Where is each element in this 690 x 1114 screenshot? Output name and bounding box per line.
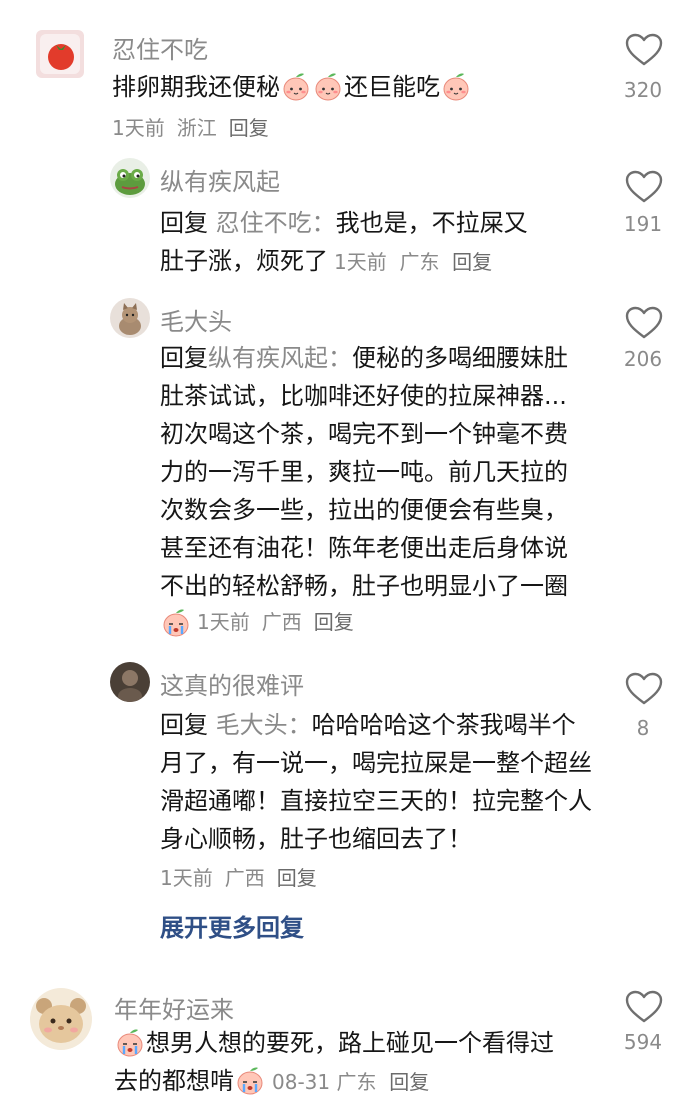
- crying-face-emoji-icon: [161, 607, 191, 637]
- comment-text-part: 我也是，不拉屎又: [335, 209, 528, 237]
- commenter-name[interactable]: 年年好运来: [114, 990, 234, 1025]
- comment-time: 1天前: [160, 866, 213, 890]
- avatar[interactable]: [110, 662, 150, 702]
- like-count: 8: [636, 716, 650, 740]
- comment-location: 广东: [399, 250, 440, 274]
- like-count: 320: [623, 78, 663, 102]
- comment-text-line: 不出的轻松舒畅，肚子也明显小了一圈: [160, 572, 568, 600]
- heart-outline-icon[interactable]: [625, 33, 663, 67]
- heart-outline-icon[interactable]: [625, 306, 663, 340]
- comment-time: 1天前: [112, 116, 165, 140]
- comment-text-part: 想男人想的要死，路上碰见一个看得过: [146, 1029, 554, 1057]
- comment-time: 1天前: [197, 610, 250, 634]
- reply-button[interactable]: 回复: [389, 1070, 429, 1094]
- comment-text-part: 哈哈哈哈这个茶我喝半个: [311, 711, 576, 739]
- comment-location: 广东: [336, 1070, 377, 1094]
- reply-button[interactable]: 回复: [229, 116, 269, 140]
- peach-face-emoji-icon: [313, 71, 343, 101]
- like-count: 191: [623, 212, 663, 236]
- reply-button[interactable]: 回复: [452, 250, 492, 274]
- comment-text-part: 便秘的多喝细腰妹肚: [352, 344, 568, 372]
- reply-prefix: 回复: [160, 209, 208, 237]
- comment-text-line: 甚至还有油花！陈年老便出走后身体说: [160, 534, 568, 562]
- heart-outline-icon[interactable]: [625, 170, 663, 204]
- comment-location: 广西: [224, 866, 265, 890]
- commenter-name[interactable]: 这真的很难评: [160, 666, 304, 701]
- comment-meta: 1天前 浙江 回复: [112, 112, 281, 141]
- commenter-name[interactable]: 纵有疾风起: [160, 162, 280, 197]
- reply-button[interactable]: 回复: [314, 610, 354, 634]
- avatar[interactable]: [36, 30, 84, 78]
- heart-outline-icon[interactable]: [625, 990, 663, 1024]
- comment-text-part: 去的都想啃: [114, 1067, 234, 1095]
- commenter-name[interactable]: 忍住不吃: [112, 30, 208, 65]
- comment-text: 想男人想的要死，路上碰见一个看得过 去的都想啃 08-31 广东 回复: [114, 1024, 554, 1100]
- heart-outline-icon[interactable]: [625, 672, 663, 706]
- comment-text-line: 次数会多一些，拉出的便便会有些臭，: [160, 496, 568, 524]
- comment-text: 回复 忍住不吃：我也是，不拉屎又 肚子涨，烦死了 1天前 广东 回复: [160, 204, 528, 280]
- comment-location: 浙江: [176, 116, 217, 140]
- comment-meta: 1天前 广西 回复: [160, 606, 366, 637]
- comment-text-part: 肚子涨，烦死了: [160, 247, 328, 275]
- avatar[interactable]: [110, 158, 150, 198]
- portrait-avatar-icon: [110, 662, 150, 702]
- commenter-name[interactable]: 毛大头: [160, 302, 232, 337]
- reply-button[interactable]: 回复: [277, 866, 317, 890]
- avatar[interactable]: [110, 298, 150, 338]
- comment-text-line: 力的一泻千里，爽拉一吨。前几天拉的: [160, 458, 568, 486]
- like-count: 206: [623, 347, 663, 371]
- comment-location: 广西: [261, 610, 302, 634]
- crying-face-emoji-icon: [235, 1065, 265, 1095]
- comment-time: 1天前: [334, 250, 387, 274]
- reply-target-name[interactable]: 忍住不吃：: [216, 209, 336, 237]
- comment-text: 排卵期我还便秘 还巨能吃: [112, 68, 472, 106]
- comment-text-line: 肚茶试试，比咖啡还好使的拉屎神器...: [160, 382, 567, 410]
- reply-prefix: 回复: [160, 344, 208, 372]
- cat-avatar-icon: [110, 298, 150, 338]
- reply-prefix: 回复: [160, 711, 208, 739]
- peach-face-emoji-icon: [281, 71, 311, 101]
- crying-face-emoji-icon: [115, 1027, 145, 1057]
- tomato-ice-avatar-icon: [36, 30, 84, 78]
- comment-meta: 1天前 广西 回复: [160, 862, 329, 891]
- reply-target-name[interactable]: 纵有疾风起：: [208, 344, 352, 372]
- comment-text-line: 身心顺畅，肚子也缩回去了！: [160, 825, 472, 853]
- comment-text-line: 滑超通嘟！直接拉空三天的！拉完整个人: [160, 787, 592, 815]
- comment-time: 08-31: [272, 1070, 331, 1094]
- comment-text-line: 初次喝这个茶，喝完不到一个钟毫不费: [160, 420, 568, 448]
- comment-text-part: 还巨能吃: [344, 73, 440, 101]
- comment-text-part: 排卵期我还便秘: [112, 73, 280, 101]
- comment-text: 回复 毛大头：哈哈哈哈这个茶我喝半个 月了，有一说一，喝完拉屎是一整个超丝 滑超…: [160, 706, 592, 858]
- like-count: 594: [623, 1030, 663, 1054]
- peach-face-emoji-icon: [441, 71, 471, 101]
- frog-avatar-icon: [110, 158, 150, 198]
- reply-target-name[interactable]: 毛大头：: [216, 711, 312, 739]
- expand-more-replies-button[interactable]: 展开更多回复: [160, 908, 304, 943]
- comment-text-line: 月了，有一说一，喝完拉屎是一整个超丝: [160, 749, 592, 777]
- comment-text: 回复纵有疾风起：便秘的多喝细腰妹肚 肚茶试试，比咖啡还好使的拉屎神器... 初次…: [160, 339, 568, 605]
- avatar[interactable]: [30, 988, 92, 1050]
- hamster-avatar-icon: [30, 988, 92, 1050]
